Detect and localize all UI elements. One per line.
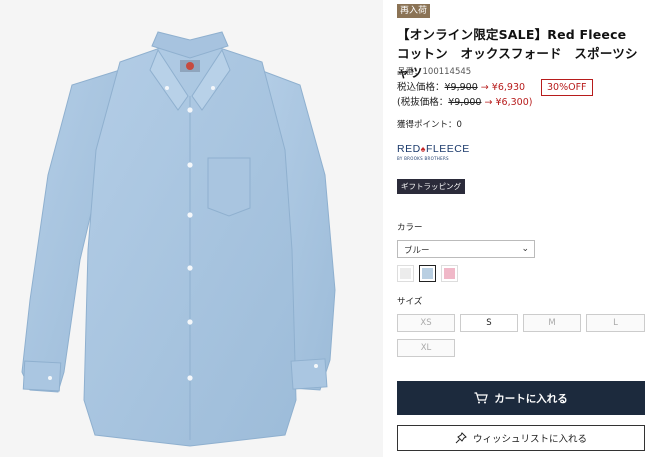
gift-wrapping-tag: ギフトラッピング	[397, 179, 465, 194]
brand-name-left: RED	[397, 143, 421, 155]
color-swatch-white[interactable]	[397, 265, 414, 282]
brand-name-right: FLEECE	[425, 143, 470, 155]
price-tax-ex-label: (税抜価格：	[397, 97, 449, 108]
pin-icon	[455, 432, 467, 444]
price-tax-in-original: ¥9,900	[444, 82, 478, 93]
price-tax-included: 税込価格：¥9,900 → ¥6,930	[397, 80, 532, 95]
product-image[interactable]	[0, 0, 383, 457]
price-tax-ex-original: ¥9,000	[448, 97, 482, 108]
color-swatch-pink[interactable]	[441, 265, 458, 282]
color-label: カラー	[397, 223, 423, 233]
shirt-illustration	[21, 31, 336, 447]
color-swatch-blue[interactable]	[419, 265, 436, 282]
discount-badge: 30%OFF	[541, 79, 593, 96]
price-block: 税込価格：¥9,900 → ¥6,930 (税抜価格：¥9,000 → ¥6,3…	[397, 80, 532, 110]
size-label: サイズ	[397, 297, 423, 307]
restock-badge: 再入荷	[397, 4, 431, 18]
price-tax-ex-sale: ¥6,300)	[495, 97, 533, 108]
size-s-button[interactable]: S	[460, 314, 518, 332]
product-sku: 品番：100114545	[397, 67, 472, 77]
size-l-button[interactable]: L	[586, 314, 645, 332]
price-tax-in-sale: ¥6,930	[491, 82, 526, 93]
reward-points: 獲得ポイント：0	[397, 120, 462, 130]
size-xs-button[interactable]: XS	[397, 314, 455, 332]
size-m-button[interactable]: M	[523, 314, 581, 332]
arrow-icon: →	[480, 82, 489, 93]
price-tax-excluded: (税抜価格：¥9,000 → ¥6,300)	[397, 95, 532, 110]
size-xl-button[interactable]: XL	[397, 339, 455, 357]
color-select-value: ブルー	[404, 246, 430, 256]
add-to-wishlist-button[interactable]: ウィッシュリストに入れる	[397, 425, 645, 451]
add-to-cart-label: カートに入れる	[494, 392, 568, 405]
add-to-cart-button[interactable]: カートに入れる	[397, 381, 645, 415]
arrow-icon: →	[484, 97, 493, 108]
brand-subtitle: BY BROOKS BROTHERS	[397, 156, 449, 161]
cart-icon	[474, 392, 489, 404]
color-select[interactable]: ブルー ⌄	[397, 240, 535, 258]
chevron-down-icon: ⌄	[521, 244, 529, 254]
brand-logo[interactable]: RED♠FLEECE BY BROOKS BROTHERS	[397, 143, 477, 167]
add-to-wishlist-label: ウィッシュリストに入れる	[472, 434, 587, 445]
price-tax-in-label: 税込価格：	[397, 82, 445, 93]
